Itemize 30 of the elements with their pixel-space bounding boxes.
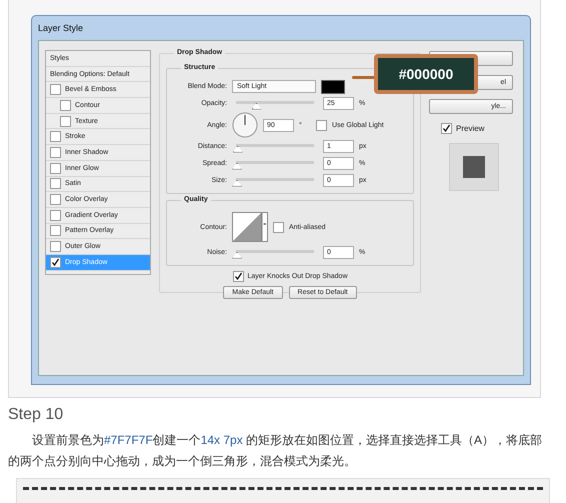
checkbox[interactable]	[50, 225, 61, 236]
checkbox[interactable]	[441, 123, 452, 134]
window-title: Layer Style	[38, 23, 84, 33]
angle-dial[interactable]	[232, 112, 258, 138]
checkbox[interactable]	[50, 256, 61, 268]
slider-thumb[interactable]	[232, 146, 243, 152]
checkbox[interactable]	[50, 146, 61, 158]
color-swatch[interactable]	[321, 80, 345, 94]
checkbox[interactable]	[50, 210, 61, 221]
checkbox[interactable]	[50, 162, 61, 174]
slider-thumb[interactable]	[232, 162, 242, 170]
contour-picker[interactable]	[232, 212, 268, 242]
step-paragraph: 设置前景色为#7F7F7F创建一个14x 7px 的矩形放在如图位置，选择直接选择工具（A），将底部的两个点分别向中心拖动，成为一个倒三角形，混合模式为柔光。	[8, 432, 544, 470]
preview-swatch	[463, 156, 485, 178]
slider-thumb[interactable]	[252, 102, 262, 110]
checkbox[interactable]	[60, 100, 71, 111]
checkbox[interactable]	[232, 271, 244, 282]
checkbox[interactable]	[60, 116, 71, 127]
checkbox[interactable]	[50, 178, 61, 190]
checkbox[interactable]	[50, 131, 61, 142]
checkbox[interactable]	[316, 120, 327, 130]
slider-thumb[interactable]	[232, 180, 242, 186]
checkbox-label: Preview	[456, 124, 484, 133]
checkbox[interactable]	[50, 241, 61, 252]
color-code: #000000	[398, 66, 454, 82]
checkbox[interactable]	[50, 84, 61, 96]
step-title: Step 10	[8, 406, 64, 424]
checkbox[interactable]	[273, 222, 284, 232]
slider-thumb[interactable]	[232, 252, 242, 258]
checkbox[interactable]	[50, 194, 61, 206]
